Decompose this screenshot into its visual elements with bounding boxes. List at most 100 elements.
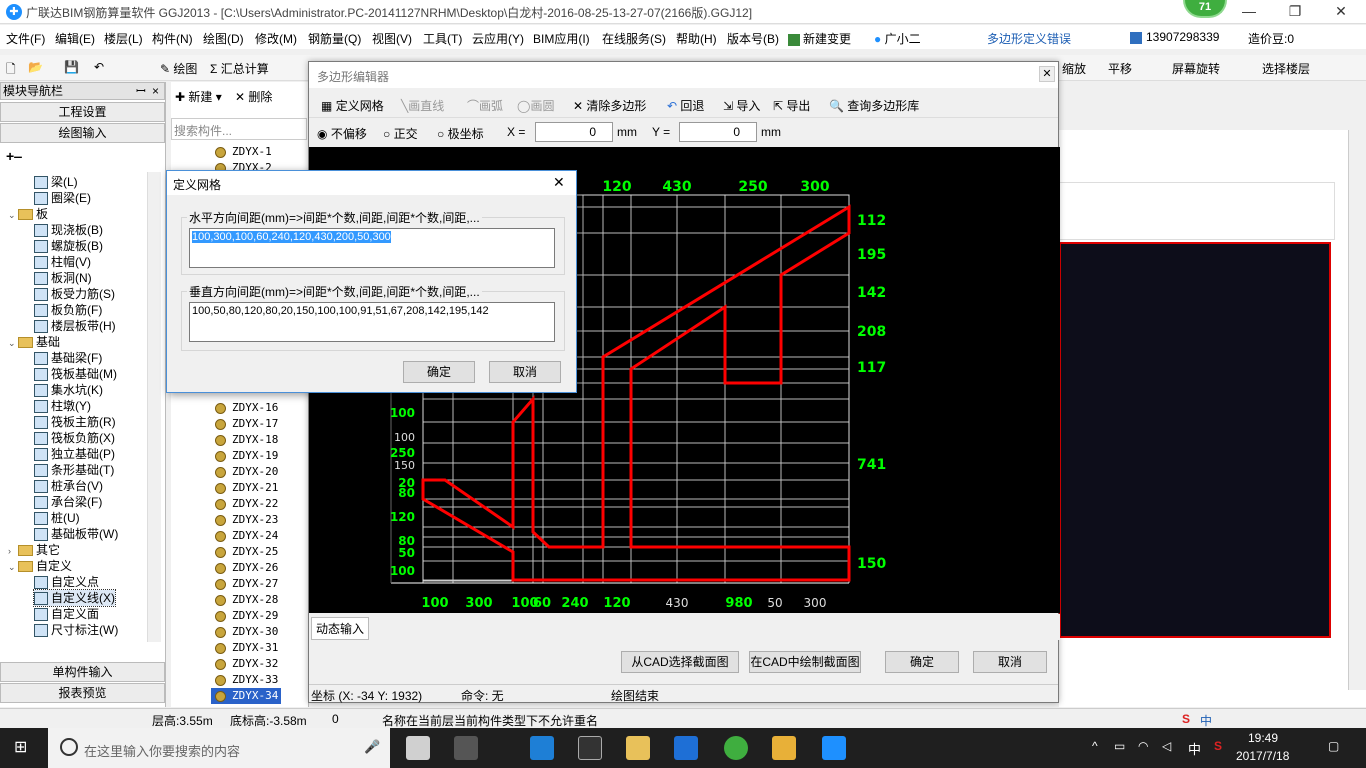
nav-tree-item[interactable]: 板受力筋(S) <box>34 286 115 302</box>
main-scrollbar[interactable] <box>1348 130 1366 690</box>
expander-icon[interactable]: ⌄ <box>8 559 18 575</box>
component-list-item[interactable]: ZDYX-19 <box>215 448 278 464</box>
rotate-button[interactable]: 屏幕旋转 <box>1172 60 1220 77</box>
expander-icon[interactable]: ⌄ <box>8 335 18 351</box>
error-notice[interactable]: 多边形定义错误 <box>987 30 1071 47</box>
single-input-button[interactable]: 单构件输入 <box>0 662 165 682</box>
draw-input-button[interactable]: 绘图输入 <box>0 123 165 143</box>
draw-button[interactable]: ✎ 绘图 <box>160 60 197 77</box>
menu-online[interactable]: 在线服务(S) <box>602 30 666 47</box>
component-list-item[interactable]: ZDYX-18 <box>215 432 278 448</box>
undo-icon[interactable]: ↶ <box>94 60 104 74</box>
cad-select-button[interactable]: 从CAD选择截面图 <box>621 651 739 673</box>
save-icon[interactable]: 💾 <box>64 60 79 74</box>
component-list-item[interactable]: ZDYX-21 <box>215 480 278 496</box>
menu-assistant[interactable]: ● 广小二 <box>874 30 921 47</box>
ime-toolbar[interactable]: 中 <box>1200 712 1212 729</box>
nav-tree-item[interactable]: 柱墩(Y) <box>34 398 91 414</box>
component-list-item[interactable]: ZDYX-16 <box>215 400 278 416</box>
score-badge[interactable]: 71 <box>1183 0 1227 18</box>
volume-icon[interactable]: ◁ <box>1162 739 1171 753</box>
menu-view[interactable]: 视图(V) <box>372 30 412 47</box>
open-file-icon[interactable]: 📂 <box>28 60 43 74</box>
nav-tree-item[interactable]: 现浇板(B) <box>34 222 103 238</box>
nav-tree-item[interactable]: 自定义线(X) <box>33 589 116 607</box>
menu-bim[interactable]: BIM应用(I) <box>533 30 590 47</box>
windows-start-icon[interactable]: ⊞ <box>14 739 32 757</box>
restore-button[interactable]: ❐ <box>1272 0 1318 24</box>
nav-tree-item[interactable]: 自定义点 <box>34 574 99 590</box>
nav-tree-item[interactable]: › 其它 <box>8 542 60 558</box>
delete-component-button[interactable]: ✕ 删除 <box>235 88 272 105</box>
nav-tree-item[interactable]: 板洞(N) <box>34 270 92 286</box>
horizontal-spacing-input[interactable]: 100,300,100,60,240,120,430,200,50,300 <box>189 228 555 268</box>
import-button[interactable]: ⇲ 导入 <box>723 97 760 114</box>
nav-tree-item[interactable]: 圈梁(E) <box>34 190 91 206</box>
menu-file[interactable]: 文件(F) <box>6 30 45 47</box>
menu-tools[interactable]: 工具(T) <box>423 30 462 47</box>
polygon-editor-close-icon[interactable]: ✕ <box>1039 66 1055 82</box>
menu-help[interactable]: 帮助(H) <box>676 30 717 47</box>
dynamic-input-tab[interactable]: 动态输入 <box>311 617 370 640</box>
project-settings-button[interactable]: 工程设置 <box>0 102 165 122</box>
component-list-item[interactable]: ZDYX-24 <box>215 528 278 544</box>
poly-cancel-button[interactable]: 取消 <box>973 651 1047 673</box>
nav-tree-item[interactable]: 承台梁(F) <box>34 494 102 510</box>
nav-tree-item[interactable]: ⌄ 板 <box>8 206 48 222</box>
clock-date[interactable]: 2017/7/18 <box>1236 749 1289 763</box>
menu-draw[interactable]: 绘图(D) <box>203 30 244 47</box>
nav-tree-item[interactable]: 独立基础(P) <box>34 446 115 462</box>
nav-tree-item[interactable]: 板负筋(F) <box>34 302 102 318</box>
zoom-button[interactable]: 缩放 <box>1062 60 1086 77</box>
cad-draw-button[interactable]: 在CAD中绘制截面图 <box>749 651 861 673</box>
close-button[interactable]: ✕ <box>1318 0 1364 24</box>
nav-tree-item[interactable]: 桩承台(V) <box>34 478 103 494</box>
nav-tree-item[interactable]: 尺寸标注(W) <box>34 622 118 638</box>
nav-tree-item[interactable]: 柱帽(V) <box>34 254 91 270</box>
menu-rebar[interactable]: 钢筋量(Q) <box>308 30 361 47</box>
menu-version[interactable]: 版本号(B) <box>727 30 779 47</box>
define-grid-close-icon[interactable]: ✕ <box>553 174 565 191</box>
radio-ortho[interactable]: ○ 正交 <box>383 125 418 142</box>
user-account[interactable]: 13907298339 <box>1130 30 1219 44</box>
new-component-button[interactable]: ✚ 新建 ▾ <box>175 88 222 105</box>
component-list-item[interactable]: ZDYX-20 <box>215 464 278 480</box>
nav-tree-item[interactable]: 楼层板带(H) <box>34 318 116 334</box>
pin-icon[interactable]: ꟷ <box>136 83 146 99</box>
app-icon-1[interactable] <box>454 736 478 760</box>
pan-button[interactable]: 平移 <box>1108 60 1132 77</box>
menu-modify[interactable]: 修改(M) <box>255 30 297 47</box>
nav-tree-item[interactable]: 自定义面 <box>34 606 99 622</box>
menu-floor[interactable]: 楼层(L) <box>104 30 143 47</box>
nav-tree-item[interactable]: 螺旋板(B) <box>34 238 103 254</box>
component-list-item[interactable]: ZDYX-22 <box>215 496 278 512</box>
component-list-item[interactable]: ZDYX-34 <box>211 688 281 704</box>
menu-cloud[interactable]: 云应用(Y) <box>472 30 524 47</box>
menu-edit[interactable]: 编辑(E) <box>55 30 95 47</box>
expander-icon[interactable]: ⌄ <box>8 207 18 223</box>
component-list-item[interactable]: ZDYX-23 <box>215 512 278 528</box>
component-list-item[interactable]: ZDYX-1 <box>215 144 272 160</box>
component-list-item[interactable]: ZDYX-25 <box>215 544 278 560</box>
radio-no-offset[interactable]: ◉ 不偏移 <box>317 125 367 142</box>
export-button[interactable]: ⇱ 导出 <box>773 97 810 114</box>
component-list-item[interactable]: ZDYX-32 <box>215 656 278 672</box>
draw-circle-button[interactable]: ◯画圆 <box>517 97 554 114</box>
wifi-icon[interactable]: ◠ <box>1138 739 1148 753</box>
store-icon[interactable] <box>578 736 602 760</box>
component-list-item[interactable]: ZDYX-17 <box>215 416 278 432</box>
vertical-spacing-input[interactable]: 100,50,80,120,80,20,150,100,100,91,51,67… <box>189 302 555 342</box>
browser-icon[interactable] <box>724 736 748 760</box>
new-file-icon[interactable]: 🗋 <box>6 60 16 81</box>
component-list-item[interactable]: ZDYX-26 <box>215 560 278 576</box>
draw-arc-button[interactable]: ⌒画弧 <box>467 97 503 114</box>
clear-polygon-button[interactable]: ✕ 清除多边形 <box>573 97 646 114</box>
draw-line-button[interactable]: ╲画直线 <box>401 97 444 114</box>
nav-tree-item[interactable]: 梁(L) <box>34 174 78 190</box>
glodon-icon[interactable] <box>674 736 698 760</box>
expand-all-icon[interactable]: +‒ <box>6 148 22 164</box>
explorer-icon[interactable] <box>626 736 650 760</box>
taskview-icon[interactable] <box>406 736 430 760</box>
nav-tree-item[interactable]: 筏板主筋(R) <box>34 414 116 430</box>
nav-close-icon[interactable]: × <box>152 83 159 99</box>
